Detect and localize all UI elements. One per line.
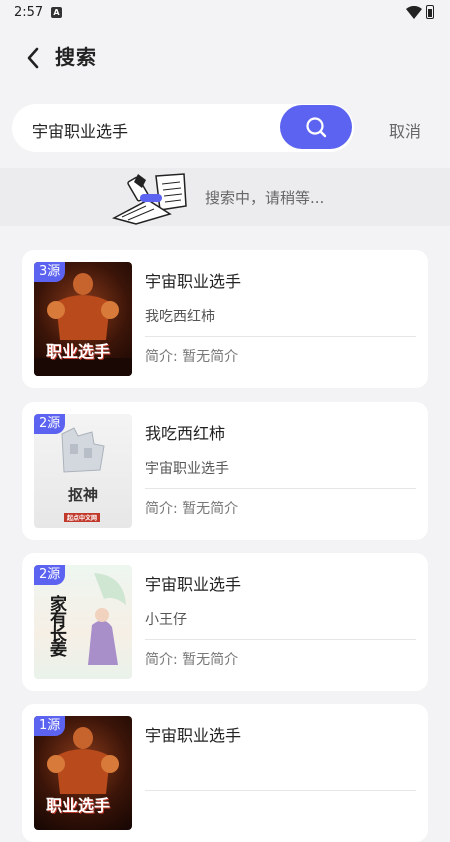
cover-title: 家有长姜 [46, 595, 66, 655]
writing-illustration-icon [111, 173, 187, 225]
source-count-badge: 2源 [34, 414, 66, 434]
divider [145, 488, 416, 489]
search-query[interactable]: 宇宙职业选手 [32, 118, 128, 142]
divider [145, 639, 416, 640]
cancel-button[interactable]: 取消 [389, 118, 421, 142]
book-cover[interactable]: 抠神 起点中文网 2源 [34, 414, 132, 528]
book-title: 我吃西红柿 [145, 424, 226, 443]
source-count-badge: 2源 [34, 565, 66, 585]
source-count-badge: 1源 [34, 716, 66, 736]
source-count-badge: 3源 [34, 262, 66, 282]
book-title: 宇宙职业选手 [145, 272, 242, 291]
book-cover[interactable]: 职业选手 3源 [34, 262, 132, 376]
book-author: 我吃西红柿 [145, 309, 215, 325]
book-intro: 简介: 暂无简介 [145, 652, 239, 668]
book-author: 宇宙职业选手 [145, 461, 229, 477]
cover-title: 职业选手 [46, 342, 111, 361]
result-card[interactable]: 抠神 起点中文网 2源 我吃西红柿 宇宙职业选手 简介: 暂无简介 [22, 402, 428, 540]
book-intro: 简介: 暂无简介 [145, 349, 239, 365]
divider [145, 790, 416, 791]
search-input[interactable]: 宇宙职业选手 [12, 104, 354, 152]
chevron-left-icon [27, 47, 39, 69]
result-card[interactable]: 职业选手 1源 宇宙职业选手 [22, 704, 428, 842]
book-title: 宇宙职业选手 [145, 575, 242, 594]
book-title: 宇宙职业选手 [145, 726, 242, 745]
header: 搜索 [0, 26, 450, 86]
loading-indicator: 搜索中，请稍等... [0, 168, 450, 226]
back-button[interactable] [22, 44, 46, 72]
cover-title: 抠神 [68, 486, 99, 504]
status-time: 2:57 [14, 5, 44, 20]
book-author: 小王仔 [145, 612, 187, 628]
loading-text: 搜索中，请稍等... [205, 189, 325, 207]
status-bar: 2:57 A [0, 0, 450, 26]
divider [145, 336, 416, 337]
result-card[interactable]: 职业选手 3源 宇宙职业选手 我吃西红柿 简介: 暂无简介 [22, 250, 428, 388]
book-cover[interactable]: 家有长姜 2源 [34, 565, 132, 679]
cover-title: 职业选手 [46, 796, 111, 815]
battery-icon [426, 5, 434, 19]
search-icon [306, 117, 327, 138]
page-title: 搜索 [55, 45, 97, 69]
wifi-icon [406, 6, 422, 19]
result-card[interactable]: 家有长姜 2源 宇宙职业选手 小王仔 简介: 暂无简介 [22, 553, 428, 691]
book-intro: 简介: 暂无简介 [145, 501, 239, 517]
notification-icon: A [51, 7, 62, 18]
cover-publisher: 起点中文网 [64, 513, 101, 522]
book-cover[interactable]: 职业选手 1源 [34, 716, 132, 830]
search-button[interactable] [280, 105, 352, 149]
search-row: 宇宙职业选手 取消 [0, 96, 450, 160]
